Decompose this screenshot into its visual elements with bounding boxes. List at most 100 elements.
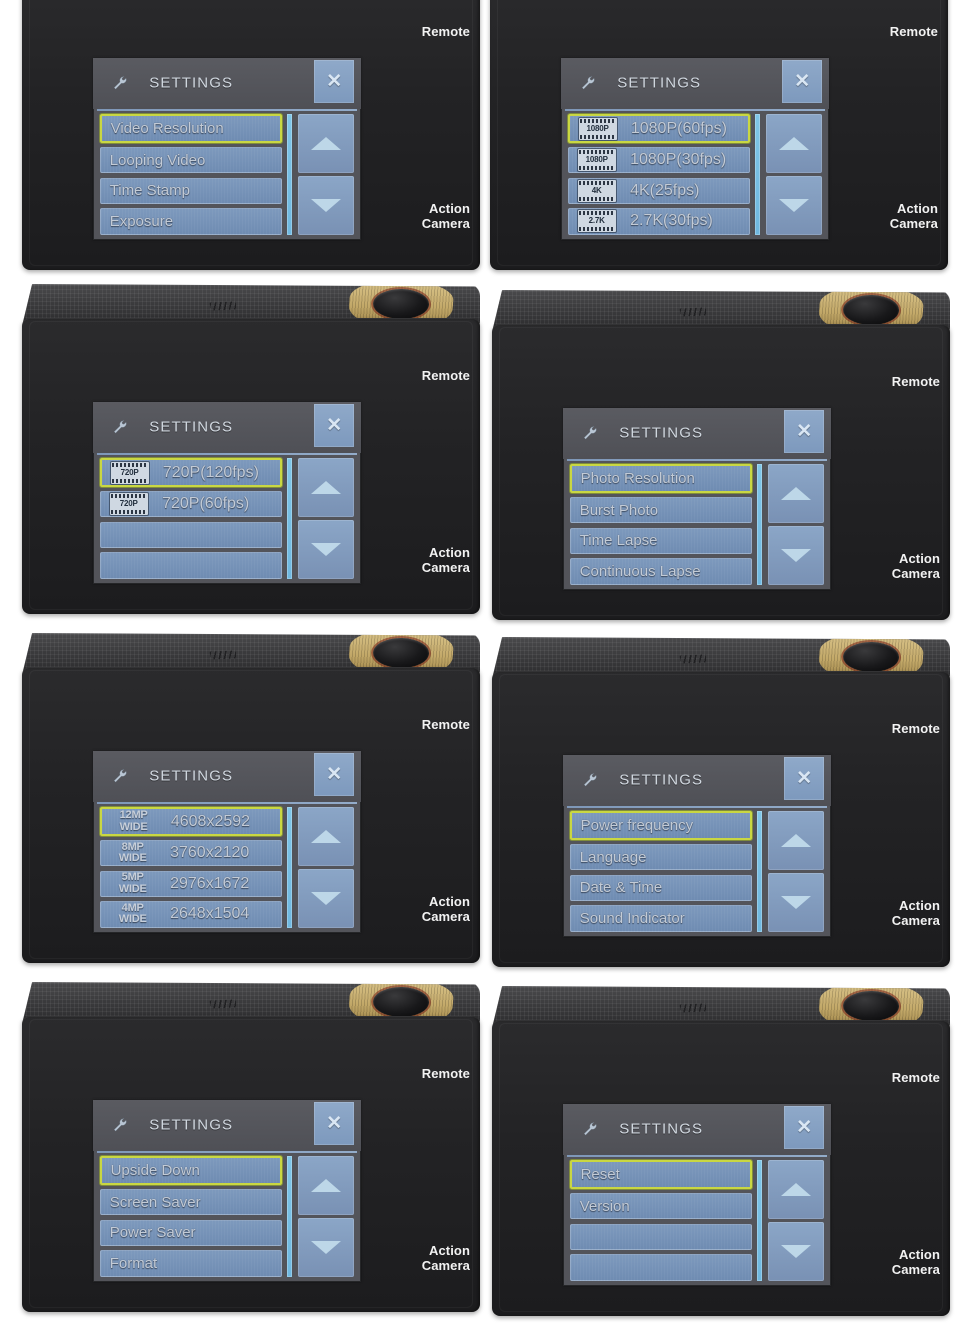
- wrench-icon: [582, 772, 598, 788]
- list-item[interactable]: 5MP WIDE 2976x1672: [99, 870, 282, 897]
- scrollbar[interactable]: [757, 464, 763, 585]
- lcd-screen[interactable]: SETTINGS ✕ Photo Resolution Burst Photo Time…: [563, 408, 831, 590]
- scrollbar[interactable]: [287, 807, 293, 928]
- scroll-down-button[interactable]: [768, 525, 825, 585]
- scrollbar[interactable]: [287, 1156, 293, 1277]
- scroll-down-button[interactable]: [298, 868, 355, 928]
- settings-list: Power frequency Language Date & Time Sound …: [569, 811, 752, 932]
- scroll-down-button[interactable]: [298, 1217, 355, 1277]
- scrollbar[interactable]: [757, 811, 763, 932]
- scroll-up-button[interactable]: [298, 807, 355, 867]
- scroll-up-button[interactable]: [298, 114, 355, 174]
- scrollbar[interactable]: [757, 1160, 763, 1281]
- wrench-icon: [112, 75, 128, 91]
- list-item[interactable]: Photo Resolution: [569, 464, 752, 493]
- triangle-up-icon: [781, 1183, 812, 1197]
- shutter-button[interactable]: [841, 990, 900, 1023]
- scrollbar[interactable]: [755, 114, 761, 235]
- list-item[interactable]: 4K 4K(25fps): [567, 177, 750, 204]
- close-button[interactable]: ✕: [314, 404, 355, 447]
- list-item[interactable]: 12MP WIDE 4608x2592: [99, 807, 282, 836]
- label-action-line1: Action: [898, 898, 940, 914]
- scroll-up-button[interactable]: [766, 114, 823, 174]
- close-button[interactable]: ✕: [314, 1102, 355, 1145]
- list-item[interactable]: Time Stamp: [99, 177, 282, 204]
- lcd-screen[interactable]: SETTINGS ✕ Power frequency Language Date & T…: [563, 755, 831, 937]
- shutter-button[interactable]: [371, 986, 430, 1019]
- wrench-icon: [112, 419, 128, 435]
- list-item[interactable]: Language: [569, 844, 752, 871]
- list-item[interactable]: 2.7K 2.7K(30fps): [567, 208, 750, 235]
- list-item-label: Power frequency: [580, 817, 694, 835]
- list-item[interactable]: Format: [99, 1250, 282, 1277]
- lcd-screen[interactable]: SETTINGS ✕ 720P 720P(120fps) 720P 720P(60fps): [93, 402, 361, 584]
- film-strip-icon: 720P: [110, 461, 149, 484]
- lcd-screen[interactable]: SETTINGS ✕ Reset Version: [563, 1104, 831, 1286]
- scroll-down-button[interactable]: [298, 519, 355, 579]
- scroll-up-button[interactable]: [768, 1160, 825, 1220]
- label-remote: Remote: [421, 1066, 470, 1082]
- list-item[interactable]: Upside Down: [99, 1156, 282, 1185]
- list-item[interactable]: Video Resolution: [99, 114, 282, 143]
- list-item[interactable]: 1080P 1080P(60fps): [567, 114, 750, 143]
- screen-title: SETTINGS: [619, 1120, 704, 1138]
- list-item[interactable]: Time Lapse: [569, 527, 752, 554]
- list-item[interactable]: Looping Video: [99, 147, 282, 174]
- scrollbar[interactable]: [287, 458, 293, 579]
- close-button[interactable]: ✕: [784, 410, 825, 453]
- triangle-up-icon: [779, 137, 810, 151]
- list-item[interactable]: Version: [569, 1193, 752, 1220]
- scroll-up-button[interactable]: [298, 458, 355, 518]
- scroll-up-button[interactable]: [768, 464, 825, 524]
- list-item[interactable]: Screen Saver: [99, 1189, 282, 1216]
- shutter-button[interactable]: [841, 641, 900, 674]
- list-item-label: 2.7K(30fps): [630, 212, 713, 230]
- megapixel-badge-icon: 4MP WIDE: [110, 902, 156, 926]
- scroll-down-button[interactable]: [768, 1221, 825, 1281]
- list-item-label: Screen Saver: [109, 1193, 201, 1211]
- scroll-down-button[interactable]: [298, 175, 355, 235]
- shutter-button[interactable]: [841, 294, 900, 327]
- list-item-label: Upside Down: [110, 1162, 200, 1180]
- list-item[interactable]: 1080P 1080P(30fps): [567, 147, 750, 174]
- list-item-label: Sound Indicator: [579, 909, 685, 927]
- list-item[interactable]: 720P 720P(120fps): [99, 458, 282, 487]
- list-item-label: 720P(60fps): [162, 495, 250, 513]
- close-button[interactable]: ✕: [784, 757, 825, 800]
- close-button[interactable]: ✕: [314, 60, 355, 103]
- list-item[interactable]: Continuous Lapse: [569, 558, 752, 585]
- close-button[interactable]: ✕: [782, 60, 823, 103]
- scrollbar[interactable]: [287, 114, 293, 235]
- action-camera-unit: Remote Action Camera SETTINGS ✕ Upside Down Sc…: [22, 982, 480, 1312]
- list-item[interactable]: Power Saver: [99, 1219, 282, 1246]
- scroll-up-button[interactable]: [768, 811, 825, 871]
- list-item[interactable]: 720P 720P(60fps): [99, 491, 282, 518]
- lcd-screen[interactable]: SETTINGS ✕ 12MP WIDE 4608x2592 8MP WIDE 3760x21…: [93, 751, 361, 933]
- scroll-up-button[interactable]: [298, 1156, 355, 1216]
- close-button[interactable]: ✕: [314, 753, 355, 796]
- camera-body: Remote Action Camera SETTINGS ✕ 1080P 1080P(60…: [490, 0, 948, 270]
- close-button[interactable]: ✕: [784, 1106, 825, 1149]
- header-divider: [567, 458, 827, 461]
- list-item[interactable]: Exposure: [99, 208, 282, 235]
- list-item[interactable]: Burst Photo: [569, 497, 752, 524]
- lcd-screen[interactable]: SETTINGS ✕ Upside Down Screen Saver Power Sa…: [93, 1100, 361, 1282]
- shutter-button[interactable]: [371, 288, 430, 321]
- microphone-slits-icon: [209, 300, 236, 311]
- scroll-down-button[interactable]: [768, 872, 825, 932]
- action-camera-unit: Remote Action Camera SETTINGS ✕ 720P 720P(120f…: [22, 284, 480, 614]
- list-item[interactable]: Sound Indicator: [569, 905, 752, 932]
- list-item-label: Format: [109, 1254, 158, 1272]
- list-item-label: 4K(25fps): [630, 181, 700, 199]
- lcd-screen[interactable]: SETTINGS ✕ Video Resolution Looping Video Ti…: [93, 58, 361, 240]
- list-item[interactable]: Reset: [569, 1160, 752, 1189]
- lcd-screen[interactable]: SETTINGS ✕ 1080P 1080P(60fps) 1080P 1080P(30f…: [561, 58, 829, 240]
- shutter-button[interactable]: [371, 637, 430, 670]
- list-item-label: 4608x2592: [170, 812, 251, 830]
- list-item[interactable]: 4MP WIDE 2648x1504: [99, 901, 282, 928]
- scroll-down-button[interactable]: [766, 175, 823, 235]
- list-item[interactable]: 8MP WIDE 3760x2120: [99, 840, 282, 867]
- label-action-line2: Camera: [891, 1262, 940, 1278]
- list-item[interactable]: Date & Time: [569, 874, 752, 901]
- list-item[interactable]: Power frequency: [569, 811, 752, 840]
